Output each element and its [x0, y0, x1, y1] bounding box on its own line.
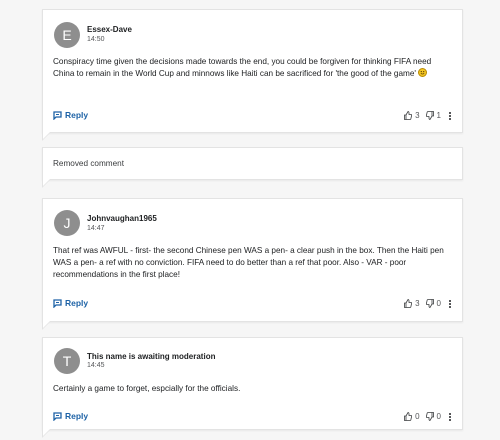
comment-card: E Essex-Dave 14:50 Conspiracy time given…: [42, 9, 463, 141]
more-vertical-icon[interactable]: [449, 111, 451, 120]
comment-body: That ref was AWFUL - first- the second C…: [53, 246, 444, 279]
thumbs-up-icon[interactable]: [404, 111, 413, 120]
comment-card-removed: Removed comment: [42, 147, 463, 188]
downvote-count: 1: [436, 111, 441, 120]
reply-flag-icon: [53, 298, 62, 308]
comment-time: 14:50: [87, 36, 105, 43]
comment-time: 14:47: [87, 225, 105, 232]
reply-label: Reply: [65, 411, 89, 421]
avatar[interactable]: J: [54, 210, 80, 236]
removed-comment-text: Removed comment: [53, 159, 124, 168]
thumbs-down-icon[interactable]: [425, 299, 434, 308]
more-vertical-icon[interactable]: [449, 299, 451, 308]
vote-controls: 3 0: [404, 299, 451, 308]
smile-emoji-icon: [418, 68, 428, 77]
more-vertical-icon[interactable]: [449, 412, 451, 421]
thumbs-up-icon[interactable]: [404, 299, 413, 308]
reply-button[interactable]: Reply: [53, 110, 88, 120]
comment-body: Conspiracy time given the decisions made…: [53, 56, 452, 80]
reply-button[interactable]: Reply: [53, 411, 88, 421]
reply-flag-icon: [53, 411, 62, 421]
downvote-count: 0: [436, 299, 441, 308]
comment-body: Certainly a game to forget, espcially fo…: [53, 384, 241, 393]
upvote-count: 3: [415, 111, 420, 120]
reply-label: Reply: [65, 110, 89, 120]
comment-text: Conspiracy time given the decisions made…: [53, 57, 432, 78]
avatar[interactable]: E: [54, 22, 80, 48]
vote-controls: 0 0: [404, 412, 451, 421]
avatar[interactable]: T: [54, 348, 80, 374]
comment-time: 14:45: [87, 362, 105, 369]
upvote-count: 3: [415, 299, 420, 308]
comment-author[interactable]: Johnvaughan1965: [87, 214, 157, 223]
thumbs-up-icon[interactable]: [404, 412, 413, 421]
upvote-count: 0: [415, 412, 420, 421]
vote-controls: 3 1: [404, 111, 451, 120]
thumbs-down-icon[interactable]: [425, 111, 434, 120]
reply-button[interactable]: Reply: [53, 298, 88, 308]
downvote-count: 0: [436, 412, 441, 421]
reply-label: Reply: [65, 298, 89, 308]
thumbs-down-icon[interactable]: [425, 412, 434, 421]
comment-author[interactable]: Essex-Dave: [87, 25, 132, 34]
reply-flag-icon: [53, 110, 62, 120]
comment-author[interactable]: This name is awaiting moderation: [87, 352, 215, 361]
comment-card: T This name is awaiting moderation 14:45…: [42, 337, 463, 438]
comment-card: J Johnvaughan1965 14:47 That ref was AWF…: [42, 198, 463, 330]
